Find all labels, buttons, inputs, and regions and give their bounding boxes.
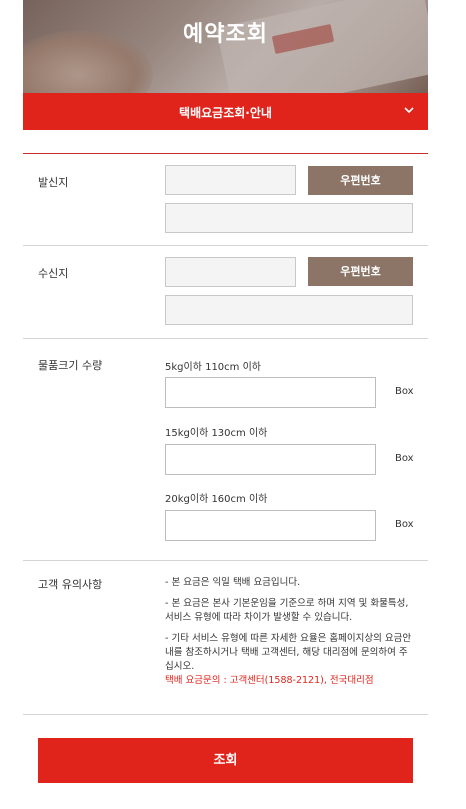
notice-label: 고객 유의사항 [38,578,103,591]
size-label-2: 15kg이하 130cm 이하 [165,428,268,439]
page-frame: 예약조회 택배요금조회·안내 발신지 우편번호 수신지 우편번호 물품크기 수량… [23,0,428,809]
receiver-zip-button[interactable]: 우편번호 [308,257,413,286]
quantity-input-2[interactable] [165,444,376,475]
quantity-input-1[interactable] [165,377,376,408]
service-dropdown[interactable]: 택배요금조회·안내 [23,93,428,130]
notice-line-3: - 기타 서비스 유형에 따른 자세한 요율은 홈페이지상의 요금안내를 참조하… [165,633,412,672]
sender-label: 발신지 [38,176,69,189]
form-top-border [23,153,428,154]
notice-line-2: - 본 요금은 본사 기본운임을 기준으로 하며 지역 및 화물특성, 서비스 … [165,598,409,623]
header-banner: 예약조회 [23,0,428,93]
sender-address-field[interactable] [165,203,413,233]
chevron-down-icon [404,107,414,114]
notice-contact: 택배 요금문의 : 고객센터(1588-2121), 전국대리점 [165,675,374,686]
divider [23,245,428,246]
search-submit-button[interactable]: 조회 [38,738,413,783]
service-dropdown-label: 택배요금조회·안내 [179,106,272,120]
unit-label-3: Box [395,519,414,530]
sender-zip-field[interactable] [165,165,296,195]
divider [23,560,428,561]
unit-label-2: Box [395,453,414,464]
unit-label-1: Box [395,386,414,397]
divider [23,338,428,339]
receiver-label: 수신지 [38,267,69,280]
notice-text: - 본 요금은 익일 택배 요금입니다. - 본 요금은 본사 기본운임을 기준… [165,576,415,695]
receiver-zip-field[interactable] [165,257,296,287]
quantity-label: 물품크기 수량 [38,359,103,372]
page-title: 예약조회 [183,22,268,47]
size-label-1: 5kg이하 110cm 이하 [165,362,261,373]
receiver-address-field[interactable] [165,295,413,325]
quantity-input-3[interactable] [165,510,376,541]
notice-line-1: - 본 요금은 익일 택배 요금입니다. [165,577,301,588]
sender-zip-button[interactable]: 우편번호 [308,166,413,195]
divider [23,714,428,715]
size-label-3: 20kg이하 160cm 이하 [165,494,268,505]
